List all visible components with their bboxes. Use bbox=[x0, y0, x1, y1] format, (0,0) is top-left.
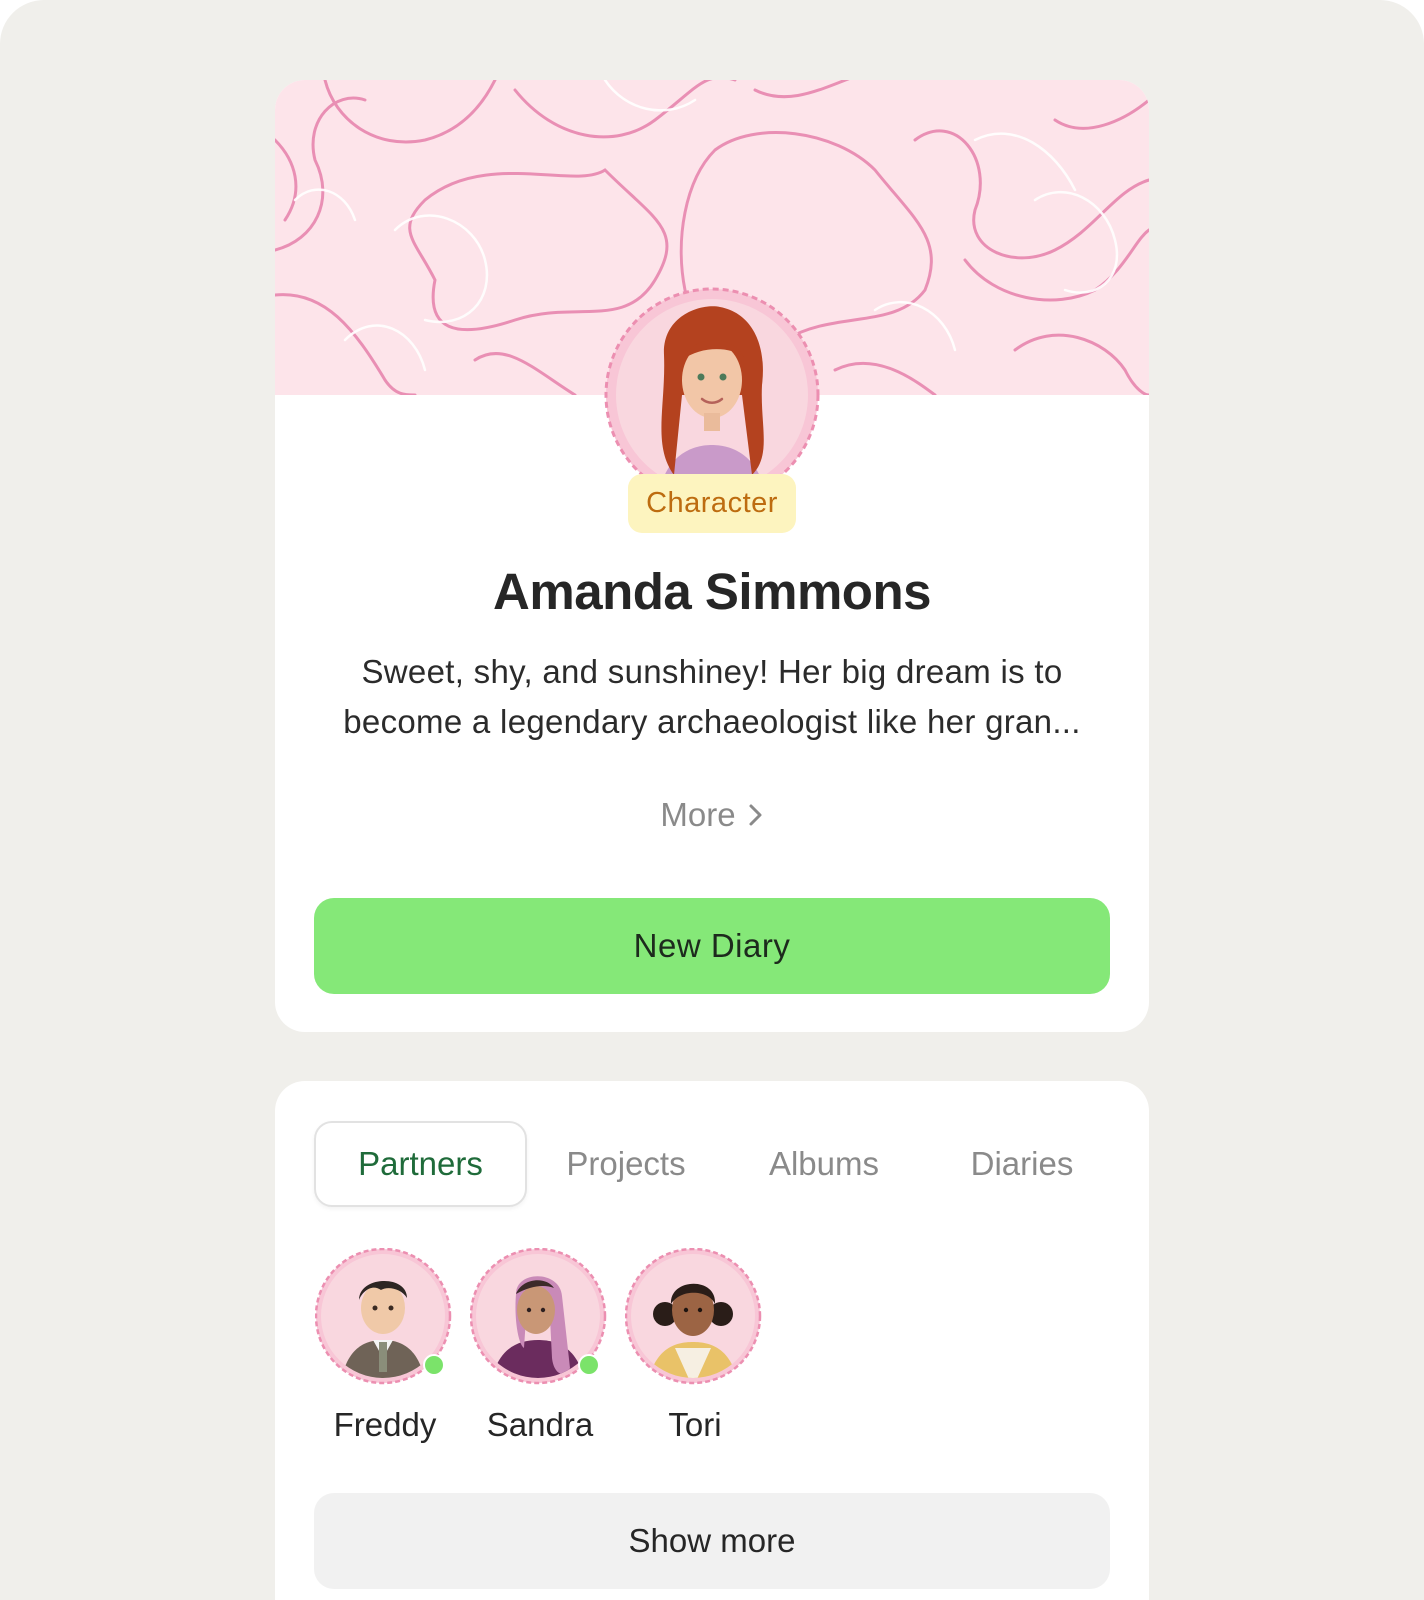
online-status-icon bbox=[423, 1354, 445, 1376]
tab-diaries[interactable]: Diaries bbox=[934, 1121, 1110, 1207]
partner-name: Tori bbox=[668, 1406, 722, 1443]
tab-projects[interactable]: Projects bbox=[538, 1121, 714, 1207]
online-status-icon bbox=[578, 1354, 600, 1376]
partner-item[interactable]: Sandra bbox=[470, 1248, 610, 1443]
profile-card: Character Amanda Simmons Sweet, shy, and… bbox=[275, 80, 1149, 1032]
partner-item[interactable]: Tori bbox=[625, 1248, 765, 1443]
role-badge: Character bbox=[628, 474, 796, 533]
relations-card: Partners Projects Albums Diaries Freddy … bbox=[275, 1081, 1149, 1600]
app-screen: Character Amanda Simmons Sweet, shy, and… bbox=[0, 0, 1424, 1600]
tab-partners[interactable]: Partners bbox=[314, 1121, 527, 1207]
profile-bio: Sweet, shy, and sunshiney! Her big dream… bbox=[343, 653, 1081, 740]
more-label: More bbox=[660, 796, 736, 833]
partner-avatar-icon bbox=[625, 1248, 762, 1385]
profile-avatar[interactable] bbox=[602, 285, 822, 505]
tab-bar: Partners Projects Albums Diaries bbox=[314, 1121, 1110, 1211]
partner-item[interactable]: Freddy bbox=[315, 1248, 455, 1443]
character-portrait-icon bbox=[604, 287, 820, 503]
more-link[interactable]: More bbox=[275, 790, 1149, 840]
profile-name: Amanda Simmons bbox=[493, 563, 931, 620]
show-more-button[interactable]: Show more bbox=[314, 1493, 1110, 1589]
partner-name: Freddy bbox=[333, 1406, 437, 1443]
tab-albums[interactable]: Albums bbox=[744, 1121, 904, 1207]
chevron-right-icon bbox=[749, 804, 762, 826]
new-diary-button[interactable]: New Diary bbox=[314, 898, 1110, 994]
partner-name: Sandra bbox=[486, 1406, 594, 1443]
